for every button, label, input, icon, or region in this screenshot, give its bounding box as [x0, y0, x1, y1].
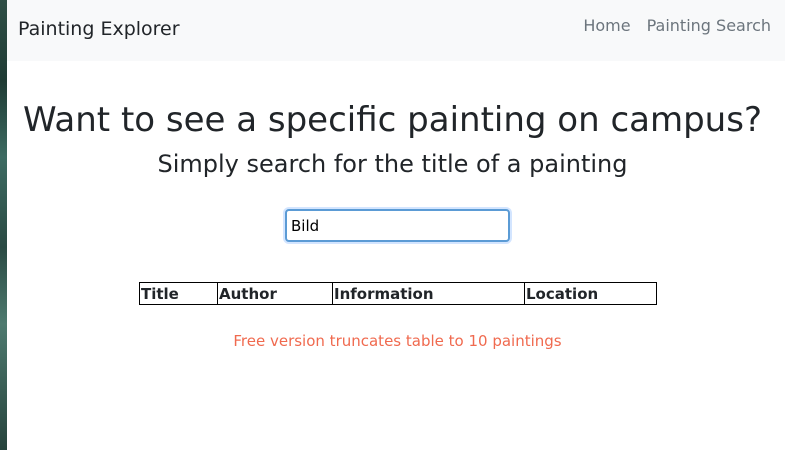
column-header-information[interactable]: Information	[332, 282, 525, 305]
column-header-title[interactable]: Title	[139, 282, 218, 305]
background-image-strip	[0, 0, 7, 450]
navbar: Painting Explorer Home Painting Search	[7, 0, 785, 61]
nav-link-painting-search[interactable]: Painting Search	[647, 16, 771, 35]
page: Painting Explorer Home Painting Search W…	[0, 0, 785, 450]
column-header-author[interactable]: Author	[217, 282, 333, 305]
nav-link-home[interactable]: Home	[583, 16, 630, 35]
search-input[interactable]	[285, 209, 510, 242]
page-subtitle: Simply search for the title of a paintin…	[157, 150, 628, 178]
navbar-brand[interactable]: Painting Explorer	[18, 18, 180, 40]
table-header-row: Title Author Information Location	[139, 282, 657, 305]
page-title: Want to see a specific painting on campu…	[22, 100, 762, 140]
results-table: Title Author Information Location	[139, 282, 657, 305]
column-header-location[interactable]: Location	[524, 282, 657, 305]
nav-links: Home Painting Search	[583, 16, 771, 35]
truncation-notice: Free version truncates table to 10 paint…	[233, 332, 562, 350]
